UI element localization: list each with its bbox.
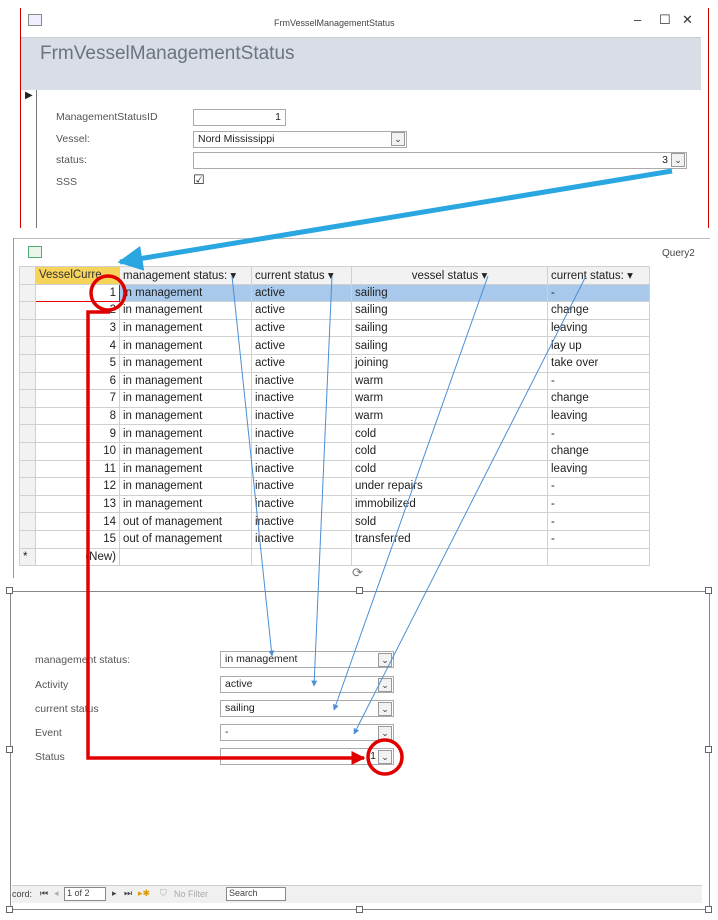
- highlight-circle-id: [89, 274, 127, 312]
- arrow-activity: [311, 275, 333, 687]
- highlight-circle-status: [366, 738, 404, 776]
- annotation-overlay: [86, 168, 673, 776]
- arrow-event: [353, 275, 587, 735]
- arrow-current-status: [332, 275, 489, 711]
- arrow-id-to-status: [86, 310, 366, 765]
- arrow-management-status: [231, 275, 275, 657]
- arrow-form-to-query: [117, 168, 673, 271]
